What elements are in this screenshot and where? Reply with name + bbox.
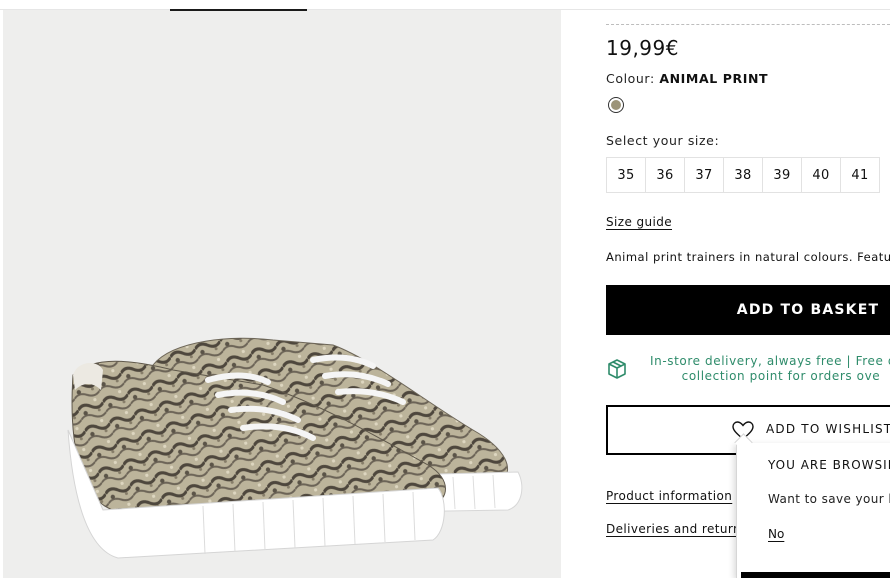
delivery-line-1: In-store delivery, always free | Free de…	[650, 354, 890, 368]
size-prompt: Select your size:	[606, 133, 720, 148]
price: 19,99€	[606, 36, 679, 60]
size-option-40[interactable]: 40	[801, 157, 841, 193]
snake-print-trainers-image	[67, 337, 523, 559]
size-option-35[interactable]: 35	[606, 157, 646, 193]
popup-title: YOU ARE BROWSING	[768, 458, 890, 472]
gallery-indicator	[170, 9, 307, 11]
package-icon	[608, 359, 626, 379]
product-description: Animal print trainers in natural colours…	[606, 250, 890, 264]
size-option-38[interactable]: 38	[723, 157, 763, 193]
location-popup: YOU ARE BROWSING Want to save your loc N…	[734, 433, 890, 578]
colour-line: Colour: ANIMAL PRINT	[606, 71, 768, 86]
product-information-link[interactable]: Product information	[606, 489, 732, 503]
popup-no-link[interactable]: No	[768, 527, 784, 541]
size-guide-link[interactable]: Size guide	[606, 215, 672, 229]
product-image[interactable]	[3, 10, 561, 578]
size-option-36[interactable]: 36	[645, 157, 685, 193]
size-option-39[interactable]: 39	[762, 157, 802, 193]
size-option-37[interactable]: 37	[684, 157, 724, 193]
delivery-info: In-store delivery, always free | Free de…	[606, 354, 890, 388]
add-to-basket-button[interactable]: ADD TO BASKET	[606, 285, 890, 335]
size-option-41[interactable]: 41	[840, 157, 880, 193]
colour-label: Colour:	[606, 71, 655, 86]
deliveries-returns-link[interactable]: Deliveries and returns	[606, 522, 748, 536]
wishlist-label: ADD TO WISHLIST	[766, 422, 890, 436]
delivery-line-2: collection point for orders ove	[681, 369, 881, 383]
colour-swatch[interactable]	[608, 97, 624, 113]
popup-yes-button[interactable]	[741, 572, 890, 578]
swatch-fill	[611, 100, 621, 110]
delivery-text: In-store delivery, always free | Free de…	[650, 354, 890, 384]
divider	[606, 24, 890, 25]
size-selector: 35 36 37 38 39 40 41	[606, 157, 880, 193]
popup-text: Want to save your loc	[768, 492, 890, 506]
colour-value: ANIMAL PRINT	[659, 71, 769, 86]
